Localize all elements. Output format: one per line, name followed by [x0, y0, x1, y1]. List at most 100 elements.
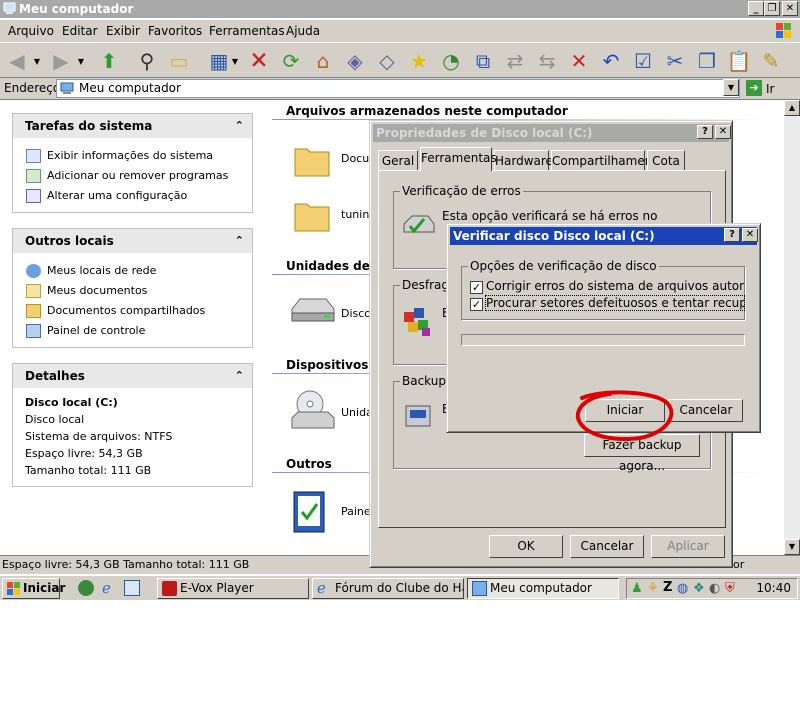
- task-item[interactable]: Adicionar ou remover programas: [13, 166, 252, 186]
- collapse-icon[interactable]: ⌃: [235, 114, 244, 138]
- system-tasks-header[interactable]: Tarefas do sistema ⌃: [13, 114, 252, 138]
- tab-compartilhamento[interactable]: Compartilhamento: [551, 150, 664, 171]
- task-item[interactable]: Alterar uma configuração: [13, 186, 252, 206]
- menu-favoritos[interactable]: Favoritos: [148, 20, 202, 42]
- tab-cota[interactable]: Cota: [647, 150, 685, 171]
- fix-errors-checkbox[interactable]: ✓: [470, 281, 483, 294]
- collapse-icon[interactable]: ⌃: [235, 229, 244, 253]
- help-button[interactable]: ?: [724, 228, 740, 242]
- map-drive-icon[interactable]: ⇄: [502, 48, 528, 74]
- history-icon[interactable]: ◔: [438, 48, 464, 74]
- drive-label[interactable]: Disco: [341, 307, 371, 320]
- menu-arquivo[interactable]: Arquivo: [8, 20, 54, 42]
- scroll-up-button[interactable]: ▲: [784, 100, 800, 116]
- task-my-computer[interactable]: Meu computador: [467, 578, 619, 599]
- internet-explorer-icon[interactable]: ℯ: [102, 580, 118, 596]
- window-title: Meu computador: [19, 2, 134, 16]
- quicklaunch-app-icon[interactable]: [78, 580, 94, 596]
- globe-tray-icon[interactable]: ◍: [677, 581, 688, 596]
- control-panel-label[interactable]: Paine: [341, 505, 371, 518]
- section-stored-files: Arquivos armazenados neste computador: [286, 104, 568, 118]
- network-tray-icon[interactable]: ⚘: [647, 581, 659, 596]
- section-others: Outros: [286, 457, 332, 471]
- menu-ferramentas[interactable]: Ferramentas: [209, 20, 285, 42]
- place-item[interactable]: Painel de controle: [13, 321, 252, 341]
- menu-editar[interactable]: Editar: [62, 20, 98, 42]
- address-value: Meu computador: [79, 81, 181, 95]
- views-icon[interactable]: ▦: [206, 48, 232, 74]
- tab-hardware[interactable]: Hardware: [494, 150, 553, 171]
- details-panel: Detalhes ⌃ Disco local (C:) Disco local S…: [12, 363, 253, 487]
- fix-errors-label[interactable]: Corrigir erros do sistema de arquivos au…: [486, 279, 744, 293]
- go-label: Ir: [766, 82, 775, 96]
- favorites-star-icon[interactable]: ★: [406, 48, 432, 74]
- folder-options-icon[interactable]: ✎: [758, 48, 784, 74]
- other-places-header[interactable]: Outros locais ⌃: [13, 229, 252, 253]
- copy-icon[interactable]: ❐: [694, 48, 720, 74]
- close-button[interactable]: ✕: [782, 1, 798, 16]
- fullscreen-icon[interactable]: ⧉: [470, 48, 496, 74]
- checkmark-doc-icon[interactable]: ☑: [630, 48, 656, 74]
- refresh-icon[interactable]: ⟳: [278, 48, 304, 74]
- user-icon[interactable]: ♟: [631, 581, 643, 596]
- remove-icon[interactable]: ◇: [374, 48, 400, 74]
- volume-tray-icon[interactable]: ◐: [709, 581, 720, 596]
- network-icon: [26, 264, 41, 278]
- restore-button[interactable]: ❐: [764, 1, 780, 16]
- address-dropdown-button[interactable]: ▼: [723, 79, 739, 96]
- task-label: Alterar uma configuração: [47, 189, 188, 202]
- tab-geral[interactable]: Geral: [378, 150, 418, 171]
- help-button[interactable]: ?: [697, 125, 713, 139]
- antivirus-tray-icon[interactable]: ❖: [693, 581, 705, 596]
- start-button[interactable]: Iniciar: [2, 578, 65, 599]
- apply-button[interactable]: Aplicar: [651, 535, 725, 558]
- shared-folder-icon: [26, 304, 41, 318]
- cancel-button[interactable]: Cancelar: [570, 535, 644, 558]
- collapse-icon[interactable]: ⌃: [235, 364, 244, 388]
- scroll-down-button[interactable]: ▼: [784, 539, 800, 555]
- close-button[interactable]: ✕: [742, 228, 758, 242]
- security-tray-icon[interactable]: ⛨: [725, 581, 735, 596]
- scan-sectors-label[interactable]: Procurar setores defeituosos e tentar re…: [485, 295, 745, 311]
- ok-button[interactable]: OK: [489, 535, 563, 558]
- place-item[interactable]: Meus documentos: [13, 281, 252, 301]
- properties-icon[interactable]: ◈: [342, 48, 368, 74]
- tab-ferramentas[interactable]: Ferramentas: [420, 147, 497, 171]
- menu-ajuda[interactable]: Ajuda: [286, 20, 320, 42]
- undo-icon[interactable]: ↶: [598, 48, 624, 74]
- back-dropdown-icon[interactable]: ▼: [32, 48, 42, 74]
- details-header[interactable]: Detalhes ⌃: [13, 364, 252, 388]
- quicklaunch-app2-icon[interactable]: [124, 580, 140, 596]
- delete-page-icon[interactable]: 🗙: [246, 46, 272, 74]
- panel-title: Tarefas do sistema: [25, 119, 153, 133]
- panel-title: Outros locais: [25, 234, 114, 248]
- window-titlebar[interactable]: Meu computador _ ❐ ✕: [0, 0, 800, 18]
- up-folder-icon[interactable]: ⬆: [96, 48, 122, 74]
- place-item[interactable]: Meus locais de rede: [13, 261, 252, 281]
- scan-sectors-checkbox[interactable]: ✓: [470, 298, 483, 311]
- paste-icon[interactable]: 📋: [726, 48, 752, 74]
- menu-exibir[interactable]: Exibir: [106, 20, 140, 42]
- place-item[interactable]: Documentos compartilhados: [13, 301, 252, 321]
- home-icon[interactable]: ⌂: [310, 48, 336, 74]
- task-evox-player[interactable]: E-Vox Player: [157, 578, 309, 599]
- task-item[interactable]: Exibir informações do sistema: [13, 146, 252, 166]
- close-button[interactable]: ✕: [715, 125, 731, 139]
- task-forum-browser[interactable]: ℯ Fórum do Clube do Har...: [312, 578, 464, 599]
- properties-titlebar[interactable]: Propriedades de Disco local (C:) ? ✕: [373, 124, 731, 142]
- back-icon[interactable]: ◀: [4, 48, 30, 74]
- folders-icon[interactable]: ▭: [166, 48, 192, 74]
- forward-icon[interactable]: ▶: [48, 48, 74, 74]
- forward-dropdown-icon[interactable]: ▼: [76, 48, 86, 74]
- vertical-scrollbar[interactable]: ▲ ▼: [784, 100, 800, 555]
- address-input[interactable]: Meu computador: [56, 79, 740, 98]
- disconnect-drive-icon[interactable]: ⇆: [534, 48, 560, 74]
- minimize-button[interactable]: _: [748, 1, 764, 16]
- check-disk-titlebar[interactable]: Verificar disco Disco local (C:) ? ✕: [450, 227, 758, 245]
- go-button[interactable]: ➔ Ir: [746, 80, 798, 98]
- views-dropdown-icon[interactable]: ▼: [230, 48, 240, 74]
- cut-icon[interactable]: ✂: [662, 48, 688, 74]
- z-tray-icon[interactable]: Z: [663, 580, 672, 595]
- search-icon[interactable]: ⚲: [134, 48, 160, 74]
- delete-icon[interactable]: ✕: [566, 48, 592, 74]
